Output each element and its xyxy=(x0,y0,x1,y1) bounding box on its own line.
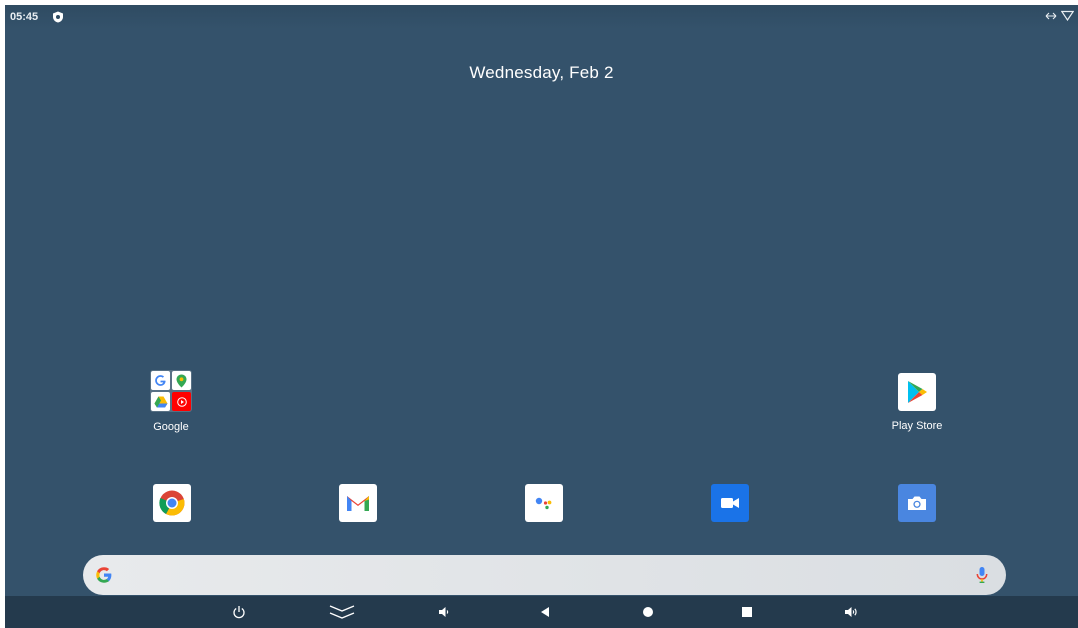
dock-chrome[interactable] xyxy=(132,484,212,522)
play-store-icon[interactable] xyxy=(898,373,936,411)
navigation-bar xyxy=(5,596,1078,628)
dock-gmail[interactable] xyxy=(318,484,398,522)
app-label-play-store: Play Store xyxy=(891,420,943,432)
back-icon[interactable] xyxy=(533,602,557,622)
gmail-icon[interactable] xyxy=(339,484,377,522)
meet-icon[interactable] xyxy=(711,484,749,522)
shield-icon xyxy=(53,11,63,23)
volume-up-icon[interactable] xyxy=(839,602,863,622)
wifi-icon xyxy=(1061,10,1074,21)
google-folder-icon[interactable] xyxy=(150,370,192,412)
youtube-icon xyxy=(172,392,191,411)
chrome-icon[interactable] xyxy=(153,484,191,522)
app-label-google: Google xyxy=(153,421,189,433)
power-icon[interactable] xyxy=(227,602,251,622)
mic-icon[interactable] xyxy=(976,566,988,584)
recents-icon[interactable] xyxy=(735,602,759,622)
dock-camera[interactable] xyxy=(877,484,957,522)
dock-assistant[interactable] xyxy=(504,484,584,522)
volume-down-icon[interactable] xyxy=(432,602,456,622)
assistant-icon[interactable] xyxy=(525,484,563,522)
status-bar: 05:45 xyxy=(5,5,1078,29)
drive-icon xyxy=(151,392,170,411)
google-folder[interactable]: Google xyxy=(131,370,211,433)
home-screen: 05:45 Wednesday, Feb 2 Google Play Store xyxy=(5,5,1078,628)
google-search-bar[interactable] xyxy=(83,555,1006,595)
camera-icon[interactable] xyxy=(898,484,936,522)
data-arrows-icon xyxy=(1045,12,1057,19)
maps-icon xyxy=(172,371,191,390)
google-g-icon xyxy=(151,371,170,390)
status-clock: 05:45 xyxy=(10,11,39,23)
date-widget[interactable]: Wednesday, Feb 2 xyxy=(5,63,1078,83)
google-g-icon[interactable] xyxy=(95,566,113,584)
play-store-app[interactable]: Play Store xyxy=(877,373,957,432)
home-icon[interactable] xyxy=(636,602,660,622)
collapse-icon[interactable] xyxy=(327,602,357,622)
dock-meet[interactable] xyxy=(690,484,770,522)
